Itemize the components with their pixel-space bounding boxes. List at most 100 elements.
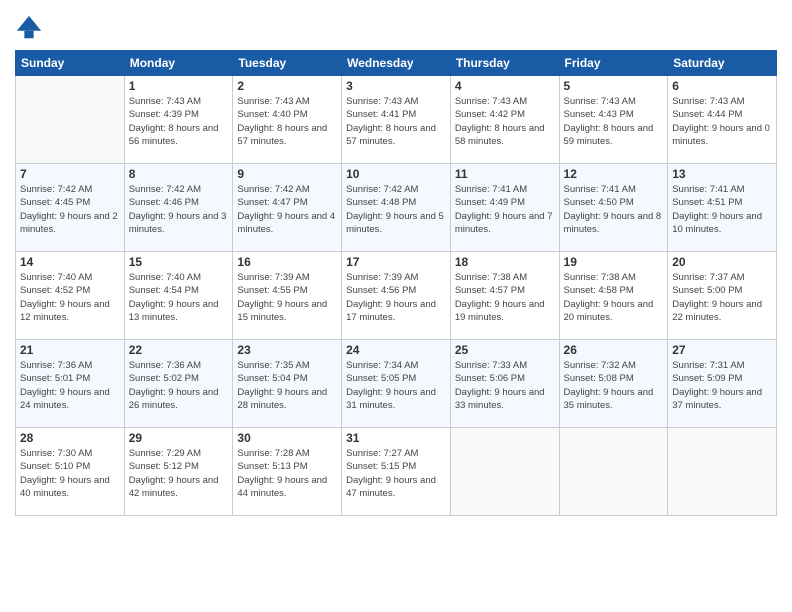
weekday-header-tuesday: Tuesday [233, 51, 342, 76]
day-cell [559, 428, 668, 516]
day-number: 23 [237, 343, 337, 357]
day-number: 24 [346, 343, 446, 357]
day-cell: 6 Sunrise: 7:43 AMSunset: 4:44 PMDaylight… [668, 76, 777, 164]
day-info: Sunrise: 7:30 AMSunset: 5:10 PMDaylight:… [20, 447, 120, 500]
day-info: Sunrise: 7:43 AMSunset: 4:41 PMDaylight:… [346, 95, 446, 148]
calendar-container: SundayMondayTuesdayWednesdayThursdayFrid… [0, 0, 792, 612]
day-cell: 22Sunrise: 7:36 AMSunset: 5:02 PMDayligh… [124, 340, 233, 428]
weekday-header-thursday: Thursday [450, 51, 559, 76]
day-info: Sunrise: 7:41 AMSunset: 4:50 PMDaylight:… [564, 183, 664, 236]
logo-icon [15, 14, 43, 42]
day-cell: 5 Sunrise: 7:43 AMSunset: 4:43 PMDaylight… [559, 76, 668, 164]
day-info: Sunrise: 7:36 AMSunset: 5:01 PMDaylight:… [20, 359, 120, 412]
day-cell: 13 Sunrise: 7:41 AMSunset: 4:51 PMDayligh… [668, 164, 777, 252]
day-cell: 7 Sunrise: 7:42 AMSunset: 4:45 PMDaylight… [16, 164, 125, 252]
day-number: 26 [564, 343, 664, 357]
day-cell: 15 Sunrise: 7:40 AMSunset: 4:54 PMDayligh… [124, 252, 233, 340]
day-cell: 29 Sunrise: 7:29 AMSunset: 5:12 PMDayligh… [124, 428, 233, 516]
day-info: Sunrise: 7:42 AMSunset: 4:47 PMDaylight:… [237, 183, 337, 236]
day-info: Sunrise: 7:39 AMSunset: 4:56 PMDaylight:… [346, 271, 446, 324]
day-number: 30 [237, 431, 337, 445]
weekday-header-saturday: Saturday [668, 51, 777, 76]
day-info: Sunrise: 7:43 AMSunset: 4:44 PMDaylight:… [672, 95, 772, 148]
day-cell [450, 428, 559, 516]
day-number: 8 [129, 167, 229, 181]
day-cell: 26 Sunrise: 7:32 AMSunset: 5:08 PMDayligh… [559, 340, 668, 428]
day-cell [668, 428, 777, 516]
day-number: 15 [129, 255, 229, 269]
day-cell: 1Sunrise: 7:43 AMSunset: 4:39 PMDaylight… [124, 76, 233, 164]
day-number: 20 [672, 255, 772, 269]
weekday-header-friday: Friday [559, 51, 668, 76]
day-cell: 23 Sunrise: 7:35 AMSunset: 5:04 PMDayligh… [233, 340, 342, 428]
day-info: Sunrise: 7:42 AMSunset: 4:45 PMDaylight:… [20, 183, 120, 236]
day-cell: 9 Sunrise: 7:42 AMSunset: 4:47 PMDaylight… [233, 164, 342, 252]
calendar-table: SundayMondayTuesdayWednesdayThursdayFrid… [15, 50, 777, 516]
day-info: Sunrise: 7:31 AMSunset: 5:09 PMDaylight:… [672, 359, 772, 412]
day-cell: 11 Sunrise: 7:41 AMSunset: 4:49 PMDayligh… [450, 164, 559, 252]
day-number: 2 [237, 79, 337, 93]
day-info: Sunrise: 7:38 AMSunset: 4:58 PMDaylight:… [564, 271, 664, 324]
day-number: 21 [20, 343, 120, 357]
day-number: 16 [237, 255, 337, 269]
day-info: Sunrise: 7:28 AMSunset: 5:13 PMDaylight:… [237, 447, 337, 500]
day-cell: 24 Sunrise: 7:34 AMSunset: 5:05 PMDayligh… [342, 340, 451, 428]
week-row-4: 21 Sunrise: 7:36 AMSunset: 5:01 PMDayligh… [16, 340, 777, 428]
day-number: 19 [564, 255, 664, 269]
header [15, 10, 777, 42]
day-info: Sunrise: 7:37 AMSunset: 5:00 PMDaylight:… [672, 271, 772, 324]
day-number: 7 [20, 167, 120, 181]
day-cell: 4 Sunrise: 7:43 AMSunset: 4:42 PMDaylight… [450, 76, 559, 164]
day-number: 18 [455, 255, 555, 269]
day-info: Sunrise: 7:38 AMSunset: 4:57 PMDaylight:… [455, 271, 555, 324]
week-row-5: 28Sunrise: 7:30 AMSunset: 5:10 PMDayligh… [16, 428, 777, 516]
day-info: Sunrise: 7:27 AMSunset: 5:15 PMDaylight:… [346, 447, 446, 500]
day-cell: 16 Sunrise: 7:39 AMSunset: 4:55 PMDayligh… [233, 252, 342, 340]
day-number: 4 [455, 79, 555, 93]
day-info: Sunrise: 7:39 AMSunset: 4:55 PMDaylight:… [237, 271, 337, 324]
week-row-2: 7 Sunrise: 7:42 AMSunset: 4:45 PMDaylight… [16, 164, 777, 252]
day-info: Sunrise: 7:36 AMSunset: 5:02 PMDaylight:… [129, 359, 229, 412]
day-number: 5 [564, 79, 664, 93]
day-info: Sunrise: 7:42 AMSunset: 4:46 PMDaylight:… [129, 183, 229, 236]
day-number: 14 [20, 255, 120, 269]
week-row-3: 14Sunrise: 7:40 AMSunset: 4:52 PMDayligh… [16, 252, 777, 340]
day-info: Sunrise: 7:41 AMSunset: 4:51 PMDaylight:… [672, 183, 772, 236]
day-info: Sunrise: 7:43 AMSunset: 4:43 PMDaylight:… [564, 95, 664, 148]
day-cell: 17 Sunrise: 7:39 AMSunset: 4:56 PMDayligh… [342, 252, 451, 340]
day-info: Sunrise: 7:29 AMSunset: 5:12 PMDaylight:… [129, 447, 229, 500]
day-number: 29 [129, 431, 229, 445]
weekday-header-sunday: Sunday [16, 51, 125, 76]
day-cell: 12 Sunrise: 7:41 AMSunset: 4:50 PMDayligh… [559, 164, 668, 252]
day-cell: 10Sunrise: 7:42 AMSunset: 4:48 PMDayligh… [342, 164, 451, 252]
day-info: Sunrise: 7:42 AMSunset: 4:48 PMDaylight:… [346, 183, 446, 236]
day-number: 6 [672, 79, 772, 93]
day-info: Sunrise: 7:43 AMSunset: 4:40 PMDaylight:… [237, 95, 337, 148]
day-number: 12 [564, 167, 664, 181]
day-number: 3 [346, 79, 446, 93]
day-info: Sunrise: 7:40 AMSunset: 4:54 PMDaylight:… [129, 271, 229, 324]
day-number: 27 [672, 343, 772, 357]
weekday-header-wednesday: Wednesday [342, 51, 451, 76]
day-info: Sunrise: 7:33 AMSunset: 5:06 PMDaylight:… [455, 359, 555, 412]
day-cell: 30 Sunrise: 7:28 AMSunset: 5:13 PMDayligh… [233, 428, 342, 516]
day-number: 11 [455, 167, 555, 181]
day-number: 9 [237, 167, 337, 181]
day-cell: 3 Sunrise: 7:43 AMSunset: 4:41 PMDaylight… [342, 76, 451, 164]
day-number: 31 [346, 431, 446, 445]
weekday-header-row: SundayMondayTuesdayWednesdayThursdayFrid… [16, 51, 777, 76]
day-cell: 8 Sunrise: 7:42 AMSunset: 4:46 PMDaylight… [124, 164, 233, 252]
day-number: 25 [455, 343, 555, 357]
day-cell: 2 Sunrise: 7:43 AMSunset: 4:40 PMDaylight… [233, 76, 342, 164]
day-info: Sunrise: 7:35 AMSunset: 5:04 PMDaylight:… [237, 359, 337, 412]
day-number: 17 [346, 255, 446, 269]
day-info: Sunrise: 7:43 AMSunset: 4:42 PMDaylight:… [455, 95, 555, 148]
day-cell: 27 Sunrise: 7:31 AMSunset: 5:09 PMDayligh… [668, 340, 777, 428]
weekday-header-monday: Monday [124, 51, 233, 76]
day-info: Sunrise: 7:34 AMSunset: 5:05 PMDaylight:… [346, 359, 446, 412]
day-number: 13 [672, 167, 772, 181]
day-info: Sunrise: 7:41 AMSunset: 4:49 PMDaylight:… [455, 183, 555, 236]
day-info: Sunrise: 7:32 AMSunset: 5:08 PMDaylight:… [564, 359, 664, 412]
day-cell: 28Sunrise: 7:30 AMSunset: 5:10 PMDayligh… [16, 428, 125, 516]
day-cell: 18 Sunrise: 7:38 AMSunset: 4:57 PMDayligh… [450, 252, 559, 340]
